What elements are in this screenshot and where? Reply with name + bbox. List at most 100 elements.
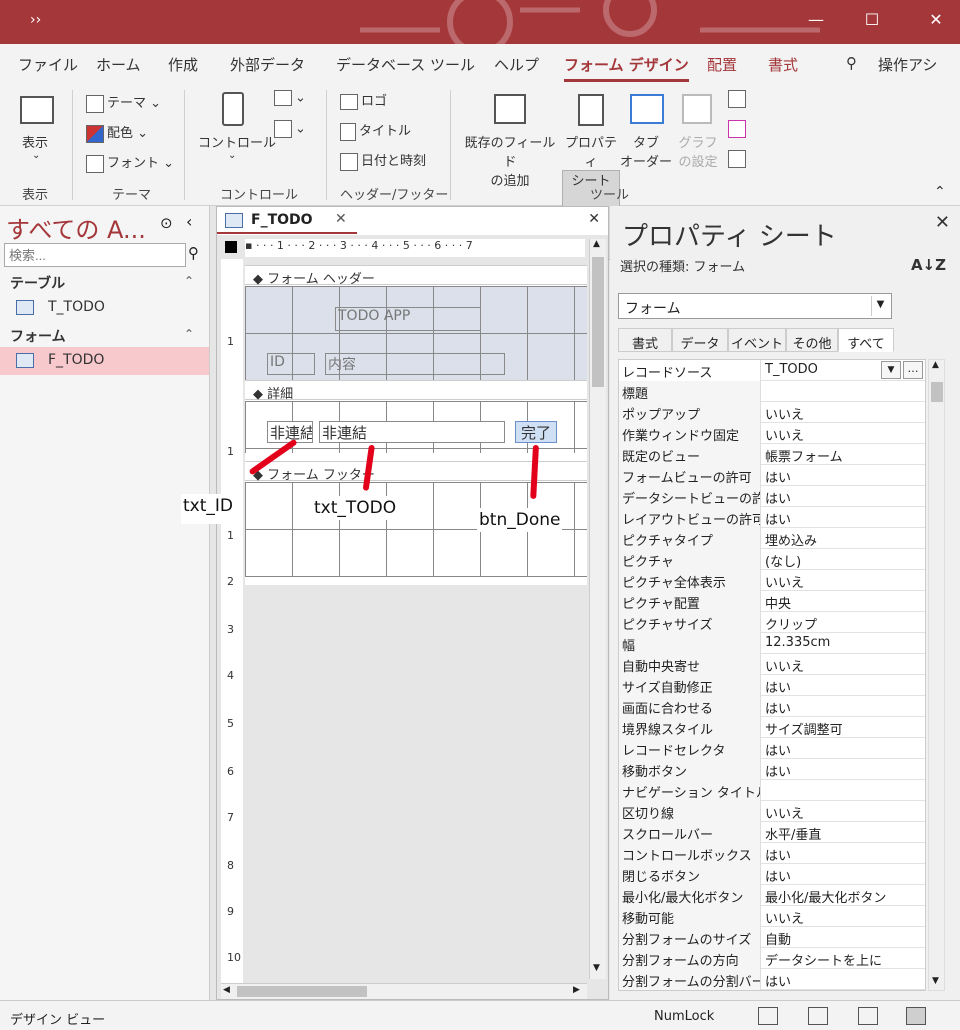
property-value[interactable]: いいえ (762, 423, 925, 444)
property-value[interactable]: 最小化/最大化ボタン (762, 885, 925, 906)
tab-other[interactable]: その他 (786, 328, 838, 352)
scroll-down-icon[interactable]: ▼ (932, 976, 939, 986)
chevron-up-icon[interactable]: ⌃ (184, 327, 194, 341)
maximize-button[interactable]: ☐ (852, 10, 892, 29)
view-button[interactable]: 表示 (22, 132, 48, 151)
sort-icon[interactable]: A↓Z (911, 256, 946, 274)
property-value[interactable]: はい (762, 864, 925, 885)
property-scrollbar[interactable]: ▲ ▼ (928, 359, 945, 991)
property-value[interactable]: いいえ (762, 570, 925, 591)
tab-form-design[interactable]: フォーム デザイン (564, 54, 689, 82)
property-row[interactable]: 最小化/最大化ボタン 最小化/最大化ボタン (619, 885, 925, 906)
collapse-ribbon-button[interactable]: ⌃ (934, 184, 946, 200)
tab-file[interactable]: ファイル (18, 54, 78, 75)
tab-event[interactable]: イベント (728, 328, 786, 352)
property-row[interactable]: ピクチャ配置 中央 (619, 591, 925, 612)
txt-todo-textbox[interactable]: 非連結 (319, 421, 505, 443)
property-value[interactable]: いいえ (762, 654, 925, 675)
property-value[interactable]: いいえ (762, 801, 925, 822)
property-value[interactable] (762, 381, 925, 402)
property-row[interactable]: 分割フォームの分割バー はい (619, 969, 925, 990)
tab-format[interactable]: 書式 (618, 328, 672, 352)
nav-title[interactable]: すべての A... (6, 210, 146, 245)
section-detail-bar[interactable]: ◆ 詳細 (245, 380, 587, 402)
horizontal-scrollbar[interactable]: ◀ ▶ (221, 983, 587, 999)
convert-macros-button[interactable] (728, 150, 749, 168)
date-time-button[interactable]: 日付と時刻 (340, 150, 426, 171)
property-row[interactable]: ピクチャタイプ 埋め込み (619, 528, 925, 549)
property-row[interactable]: スクロールバー 水平/垂直 (619, 822, 925, 843)
add-existing-fields-button[interactable]: 既存のフィールド の追加 (462, 132, 558, 189)
chevron-down-icon[interactable]: ▼ (871, 296, 889, 316)
tab-home[interactable]: ホーム (96, 54, 141, 75)
property-row[interactable]: 分割フォームの方向 データシートを上に (619, 948, 925, 969)
add-existing-control-button[interactable]: ⌄ (274, 120, 306, 138)
property-row[interactable]: サイズ自動修正 はい (619, 675, 925, 696)
property-row[interactable]: 区切り線 いいえ (619, 801, 925, 822)
property-value[interactable]: いいえ (762, 402, 925, 423)
property-value[interactable]: はい (762, 465, 925, 486)
tab-format[interactable]: 書式 (768, 54, 798, 75)
scroll-thumb[interactable] (931, 382, 943, 402)
txt-id-textbox[interactable]: 非連結 (267, 421, 313, 443)
scroll-thumb[interactable] (237, 986, 367, 997)
nav-category-forms[interactable]: フォーム (10, 326, 66, 346)
close-document-icon[interactable]: ✕ (588, 211, 600, 227)
property-row[interactable]: コントロールボックス はい (619, 843, 925, 864)
title-label[interactable]: TODO APP (335, 307, 481, 331)
property-row[interactable]: 標題 (619, 381, 925, 402)
property-row[interactable]: ナビゲーション タイトル (619, 780, 925, 801)
nav-search-input[interactable] (4, 243, 186, 267)
property-row[interactable]: レイアウトビューの許可 はい (619, 507, 925, 528)
property-row[interactable]: ピクチャ (なし) (619, 549, 925, 570)
nav-item-f-todo[interactable]: F_TODO (0, 347, 209, 375)
chevron-down-icon[interactable]: ▼ (881, 361, 901, 379)
property-row[interactable]: ピクチャ全体表示 いいえ (619, 570, 925, 591)
property-row[interactable]: データシートビューの許可はい (619, 486, 925, 507)
tab-order-button[interactable]: タブ オーダー (620, 132, 672, 170)
scroll-down-icon[interactable]: ▼ (593, 963, 600, 973)
content-label[interactable]: 内容 (325, 353, 505, 375)
property-row[interactable]: 閉じるボタン はい (619, 864, 925, 885)
property-row[interactable]: レコードソース T_TODO ▼… (619, 360, 925, 381)
form-selector[interactable] (225, 241, 237, 253)
tab-help[interactable]: ヘルプ (494, 54, 539, 75)
macro-button[interactable] (728, 120, 749, 138)
property-value[interactable]: はい (762, 969, 925, 990)
nav-item-t-todo[interactable]: T_TODO (0, 294, 209, 322)
tab-database-tools[interactable]: データベース ツール (336, 54, 475, 75)
property-value[interactable]: はい (762, 507, 925, 528)
object-selector-dropdown[interactable]: フォーム ▼ (618, 293, 892, 319)
property-row[interactable]: ピクチャサイズ クリップ (619, 612, 925, 633)
view-code-button[interactable] (728, 90, 749, 108)
minimize-button[interactable]: — (796, 10, 836, 29)
property-value[interactable]: はい (762, 843, 925, 864)
vertical-scrollbar[interactable]: ▲ ▼ (589, 239, 606, 979)
property-value[interactable]: はい (762, 486, 925, 507)
property-value[interactable]: 12.335cm (762, 633, 925, 654)
collapse-nav-icon[interactable]: ‹ (186, 212, 192, 231)
property-value[interactable]: はい (762, 738, 925, 759)
property-row[interactable]: ポップアップ いいえ (619, 402, 925, 423)
tab-external-data[interactable]: 外部データ (230, 54, 305, 75)
property-row[interactable]: 既定のビュー 帳票フォーム (619, 444, 925, 465)
scroll-left-icon[interactable]: ◀ (223, 985, 230, 995)
property-value[interactable]: サイズ調整可 (762, 717, 925, 738)
scroll-up-icon[interactable]: ▲ (932, 360, 939, 370)
nav-menu-icon[interactable]: ⊙ (160, 214, 173, 232)
layout-view-icon[interactable] (858, 1007, 878, 1025)
btn-done-button[interactable]: 完了 (515, 421, 557, 443)
chart-settings-button[interactable]: グラフ の設定 (672, 132, 724, 170)
id-label[interactable]: ID (267, 353, 315, 375)
tab-arrange[interactable]: 配置 (707, 54, 737, 75)
property-row[interactable]: フォームビューの許可 はい (619, 465, 925, 486)
property-value[interactable]: はい (762, 759, 925, 780)
chevron-up-icon[interactable]: ⌃ (184, 274, 194, 288)
logo-button[interactable]: ロゴ (340, 90, 387, 110)
property-value[interactable]: 埋め込み (762, 528, 925, 549)
form-view-icon[interactable] (758, 1007, 778, 1025)
close-window-button[interactable]: ✕ (916, 10, 956, 29)
document-tab-f-todo[interactable]: F_TODO ✕ (217, 207, 357, 234)
property-row[interactable]: 画面に合わせる はい (619, 696, 925, 717)
property-row[interactable]: 分割フォームのサイズ 自動 (619, 927, 925, 948)
